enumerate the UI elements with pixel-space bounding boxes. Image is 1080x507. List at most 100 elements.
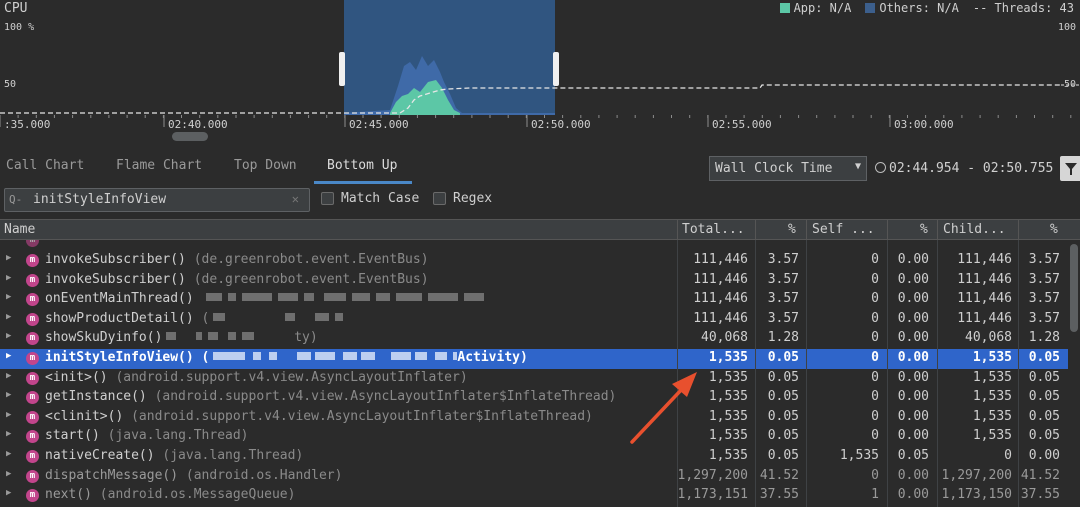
method-icon: m	[26, 293, 39, 307]
expand-arrow-icon[interactable]: ▶	[6, 351, 11, 361]
time-label: 02:45.000	[349, 118, 409, 131]
method-label: nativeCreate()	[45, 448, 155, 463]
cpu-title: CPU	[4, 1, 28, 16]
clock-type-select[interactable]: Wall Clock Time ▼	[709, 156, 867, 181]
table-row[interactable]: ▶ m <clinit>() (android.support.v4.view.As…	[0, 408, 1068, 428]
legend-threads-label: -- Threads: 43	[972, 1, 1074, 15]
cpu-usage-panel[interactable]: CPU 100 % 50 100 50 App: N/A Others: N/A…	[0, 0, 1080, 145]
self-percent: 0.00	[897, 330, 929, 346]
children-percent: 3.57	[1028, 310, 1060, 326]
expand-arrow-icon[interactable]: ▶	[6, 488, 11, 498]
method-icon: m	[26, 391, 39, 405]
column-header-children[interactable]: Child...	[943, 222, 1006, 237]
method-icon: m	[26, 254, 39, 267]
expand-arrow-icon[interactable]: ▶	[6, 469, 11, 479]
expand-arrow-icon[interactable]: ▶	[6, 449, 11, 459]
column-header-self-percent[interactable]: %	[920, 222, 928, 237]
total-percent: 3.57	[767, 271, 799, 287]
method-icon: m	[26, 430, 39, 444]
children-value: 1,173,150	[941, 487, 1012, 503]
table-scrollbar[interactable]	[1070, 244, 1078, 332]
tab-top-down[interactable]: Top Down	[234, 158, 297, 173]
method-label: <init>()	[45, 369, 108, 385]
time-axis[interactable]: :35.000 02:40.000 02:45.000 02:50.000 02…	[0, 115, 1080, 145]
regex-label: Regex	[453, 191, 493, 206]
redacted-text	[213, 311, 349, 326]
tab-call-chart[interactable]: Call Chart	[6, 158, 84, 173]
expand-arrow-icon[interactable]: ▶	[6, 410, 11, 420]
column-header-total[interactable]: Total...	[682, 222, 745, 237]
table-row[interactable]: ▶ m getInstance() (android.support.v4.view…	[0, 388, 1068, 408]
table-row[interactable]: ▶ m showSkuDyinfo() ty) 40,068 1.28 0 0.00 40,0…	[0, 329, 1068, 349]
timeline-scrollbar[interactable]	[172, 132, 208, 141]
method-icon: m	[26, 450, 39, 463]
total-value: 1,535	[708, 350, 748, 365]
expand-arrow-icon[interactable]: ▶	[6, 371, 11, 381]
call-tree-table[interactable]: m ▶ m invokeSubscriber() (de.greenrobot.eve…	[0, 240, 1068, 507]
table-row-partial[interactable]: m	[0, 240, 1068, 251]
expand-arrow-icon[interactable]: ▶	[6, 429, 11, 439]
tab-flame-chart[interactable]: Flame Chart	[116, 158, 202, 173]
method-name: onEventMainThread()	[45, 291, 484, 306]
table-row[interactable]: ▶ m nativeCreate() (java.lang.Thread) 1,535…	[0, 447, 1068, 467]
class-label: (java.lang.Thread)	[162, 448, 304, 463]
method-label: dispatchMessage()	[45, 467, 179, 483]
self-percent: 0.00	[897, 467, 929, 483]
self-value: 0	[871, 330, 879, 346]
total-value: 111,446	[693, 310, 748, 326]
method-label: start()	[45, 428, 100, 444]
self-value: 0	[871, 271, 879, 287]
self-value: 1,535	[839, 448, 879, 463]
clear-search-icon[interactable]: ✕	[292, 192, 299, 206]
self-value: 0	[871, 369, 879, 385]
class-label: (	[201, 310, 210, 326]
column-header-total-percent[interactable]: %	[788, 222, 796, 237]
expand-arrow-icon[interactable]: ▶	[6, 390, 11, 400]
total-value: 111,446	[693, 252, 748, 267]
total-percent: 0.05	[767, 369, 799, 385]
total-percent: 0.05	[767, 408, 799, 424]
total-percent: 3.57	[767, 291, 799, 307]
table-row-selected[interactable]: ▶ m initStyleInfoView() (Activity) 1,535 0.0…	[0, 349, 1068, 369]
method-name: showSkuDyinfo() ty)	[45, 330, 318, 345]
table-row[interactable]: ▶ m next() (android.os.MessageQueue) 1,173,…	[0, 486, 1068, 506]
children-percent: 3.57	[1028, 271, 1060, 287]
self-percent: 0.00	[897, 252, 929, 267]
y-axis-right-label-100: 100	[1057, 22, 1076, 33]
redacted-text	[213, 350, 458, 365]
method-name: <init>() (android.support.v4.view.AsyncL…	[45, 370, 468, 385]
self-value: 0	[871, 291, 879, 307]
column-header-self[interactable]: Self ...	[812, 222, 875, 237]
expand-arrow-icon[interactable]: ▶	[6, 253, 11, 263]
children-value: 1,535	[972, 428, 1012, 444]
search-input[interactable]: Q- initStyleInfoView ✕	[4, 188, 310, 212]
table-row[interactable]: ▶ m invokeSubscriber() (de.greenrobot.even…	[0, 271, 1068, 291]
expand-arrow-icon[interactable]: ▶	[6, 312, 11, 322]
selection-left-handle[interactable]	[339, 52, 345, 86]
expand-arrow-icon[interactable]: ▶	[6, 331, 11, 341]
match-case-checkbox[interactable]	[321, 192, 334, 205]
table-row[interactable]: ▶ m invokeSubscriber() (de.greenrobot.even…	[0, 251, 1068, 271]
table-row[interactable]: ▶ m onEventMainThread() 111,446 3.57 0 0.00 11…	[0, 290, 1068, 310]
children-value: 1,535	[972, 369, 1012, 385]
method-label: onEventMainThread()	[45, 291, 194, 307]
tab-bottom-up[interactable]: Bottom Up	[327, 158, 397, 173]
total-percent: 1.28	[767, 330, 799, 346]
column-header-name[interactable]: Name	[4, 222, 35, 237]
self-percent: 0.00	[897, 408, 929, 424]
table-row[interactable]: ▶ m dispatchMessage() (android.os.Handler)…	[0, 467, 1068, 487]
expand-arrow-icon[interactable]: ▶	[6, 273, 11, 283]
table-row[interactable]: ▶ m <init>() (android.support.v4.view.Asyn…	[0, 369, 1068, 389]
children-percent: 0.05	[1028, 389, 1060, 405]
filter-button[interactable]	[1060, 156, 1080, 181]
expand-arrow-icon[interactable]: ▶	[6, 292, 11, 302]
table-row[interactable]: ▶ m start() (java.lang.Thread) 1,535 0.05 0 0.…	[0, 427, 1068, 447]
self-value: 0	[871, 408, 879, 424]
children-percent: 0.00	[1028, 448, 1060, 463]
total-percent: 0.05	[767, 350, 799, 365]
selection-right-handle[interactable]	[553, 52, 559, 86]
regex-checkbox[interactable]	[433, 192, 446, 205]
table-row[interactable]: ▶ m showProductDetail() (111,446 3.57 0 0.00 1…	[0, 310, 1068, 330]
method-icon: m	[26, 410, 39, 424]
column-header-children-percent[interactable]: %	[1050, 222, 1058, 237]
